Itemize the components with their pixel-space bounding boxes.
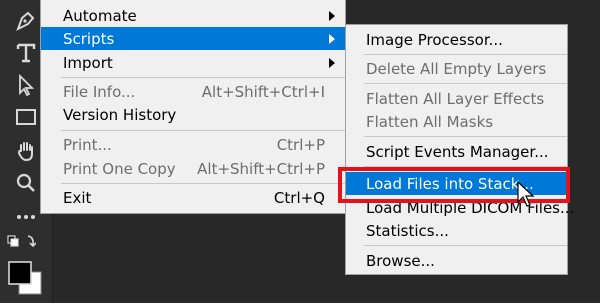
menu-item-label: Print One Copy bbox=[63, 160, 176, 178]
submenu-item-label: Browse... bbox=[366, 252, 435, 270]
menu-item-shortcut: Alt+Shift+Ctrl+I bbox=[201, 83, 325, 101]
color-swatches[interactable] bbox=[0, 256, 53, 296]
zoom-icon bbox=[16, 173, 35, 192]
menu-separator bbox=[364, 54, 567, 55]
menu-separator bbox=[61, 183, 345, 184]
menu-item-shortcut: Alt+Shift+Ctrl+P bbox=[197, 160, 325, 178]
menu-item-scripts[interactable]: Scripts bbox=[41, 27, 345, 50]
menu-separator bbox=[364, 83, 567, 84]
menu-item-label: Scripts bbox=[63, 30, 115, 48]
menu-item-exit[interactable]: Exit Ctrl+Q bbox=[41, 186, 345, 209]
menu-item-label: Automate bbox=[63, 7, 137, 25]
submenu-item-label: Flatten All Layer Effects bbox=[366, 90, 545, 108]
menu-item-automate[interactable]: Automate bbox=[41, 4, 345, 27]
swap-colors-icon bbox=[7, 235, 36, 248]
menu-item-print-one-copy[interactable]: Print One Copy Alt+Shift+Ctrl+P bbox=[41, 157, 345, 180]
mouse-cursor-icon bbox=[517, 181, 535, 207]
submenu-item-label: Image Processor... bbox=[366, 31, 503, 49]
pen-icon bbox=[16, 11, 35, 32]
menu-item-import[interactable]: Import bbox=[41, 51, 345, 74]
photoshop-window: Automate Scripts Import File Info... Alt… bbox=[0, 0, 600, 306]
scripts-submenu: Image Processor... Delete All Empty Laye… bbox=[345, 24, 574, 275]
rectangle-icon bbox=[16, 109, 36, 125]
more-tools-icon bbox=[17, 215, 35, 219]
submenu-item-script-events-manager[interactable]: Script Events Manager... bbox=[346, 140, 567, 163]
menu-item-version-history[interactable]: Version History bbox=[41, 103, 345, 126]
submenu-arrow-icon bbox=[329, 58, 335, 68]
submenu-arrow-icon bbox=[329, 34, 335, 44]
type-icon bbox=[16, 43, 36, 63]
submenu-item-flatten-masks[interactable]: Flatten All Masks bbox=[346, 110, 567, 133]
submenu-item-label: Script Events Manager... bbox=[366, 143, 549, 161]
menu-item-label: Exit bbox=[63, 189, 92, 207]
submenu-item-label: Delete All Empty Layers bbox=[366, 60, 547, 78]
menu-item-file-info[interactable]: File Info... Alt+Shift+Ctrl+I bbox=[41, 80, 345, 103]
menu-item-label: Print... bbox=[63, 136, 112, 154]
color-swatches-icon bbox=[8, 261, 42, 295]
menu-separator bbox=[61, 130, 345, 131]
swap-colors-control[interactable] bbox=[0, 229, 53, 259]
hand-icon bbox=[17, 142, 33, 162]
path-selection-icon bbox=[19, 73, 35, 97]
file-menu: Automate Scripts Import File Info... Alt… bbox=[40, 0, 346, 214]
menu-item-print[interactable]: Print... Ctrl+P bbox=[41, 133, 345, 156]
menu-item-shortcut: Ctrl+Q bbox=[273, 189, 325, 207]
menu-separator bbox=[364, 136, 567, 137]
menu-item-label: Import bbox=[63, 54, 113, 72]
submenu-item-image-processor[interactable]: Image Processor... bbox=[346, 28, 567, 51]
submenu-item-browse[interactable]: Browse... bbox=[346, 249, 567, 272]
submenu-item-statistics[interactable]: Statistics... bbox=[346, 219, 567, 242]
submenu-item-delete-empty-layers[interactable]: Delete All Empty Layers bbox=[346, 57, 567, 80]
menu-item-shortcut: Ctrl+P bbox=[276, 136, 325, 154]
submenu-arrow-icon bbox=[329, 11, 335, 21]
submenu-item-label: Statistics... bbox=[366, 222, 449, 240]
callout-highlight-box bbox=[338, 167, 570, 203]
submenu-item-flatten-layer-effects[interactable]: Flatten All Layer Effects bbox=[346, 87, 567, 110]
menu-item-label: Version History bbox=[63, 106, 177, 124]
menu-item-label: File Info... bbox=[63, 83, 136, 101]
menu-separator bbox=[364, 245, 567, 246]
submenu-item-label: Flatten All Masks bbox=[366, 113, 494, 131]
menu-separator bbox=[61, 77, 345, 78]
